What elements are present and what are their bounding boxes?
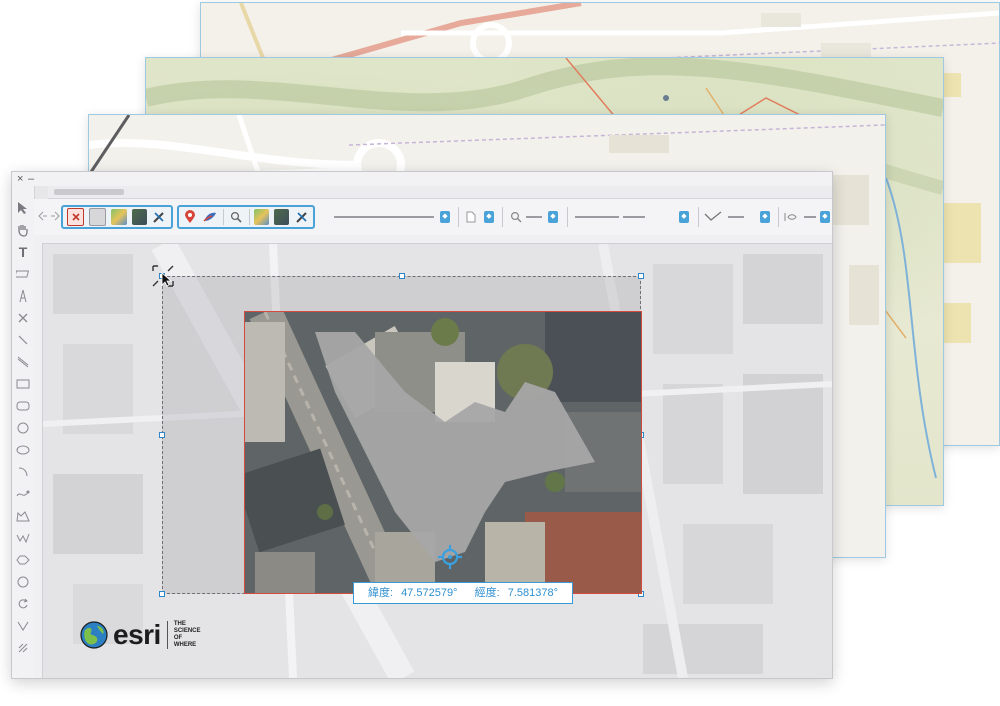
esri-tagline: THE SCIENCE OF WHERE	[174, 621, 201, 649]
edit-tool-icon[interactable]	[294, 209, 309, 225]
resize-handle-bottom-left[interactable]	[159, 591, 165, 597]
pan-hand-icon[interactable]	[15, 222, 31, 238]
remove-layer-icon[interactable]	[67, 208, 85, 226]
style-dropdown[interactable]: ◆	[334, 211, 452, 223]
search-icon[interactable]	[229, 209, 244, 225]
snap-icon[interactable]	[15, 640, 31, 656]
logo-divider	[166, 621, 168, 649]
tagline-line-2: SCIENCE	[173, 628, 201, 634]
topo-basemap-icon[interactable]	[254, 209, 270, 225]
tagline-line-1: THE	[173, 621, 186, 627]
topo-layer-icon[interactable]	[111, 209, 127, 225]
map-canvas[interactable]: 緯度: 47.572579° 經度: 7.581378° esri THE SCIE…	[43, 244, 832, 678]
longitude-value: 7.581378°	[507, 587, 558, 599]
esri-wordmark: esri	[113, 619, 161, 650]
arc-icon[interactable]	[15, 464, 31, 480]
toolbar-separator	[698, 207, 699, 227]
rounded-rectangle-icon[interactable]	[15, 398, 31, 414]
crosshair-icon	[438, 545, 462, 569]
draw-tool-icon[interactable]	[152, 209, 167, 225]
page-dropdown[interactable]: ◆	[466, 211, 496, 223]
text-icon[interactable]: T	[15, 244, 31, 260]
close-button[interactable]: ×	[17, 172, 23, 186]
resize-handle-top[interactable]	[399, 273, 405, 279]
pointer-icon[interactable]	[15, 200, 31, 216]
rectangle-icon[interactable]	[15, 376, 31, 392]
blank-layer-icon[interactable]	[89, 208, 107, 226]
line-style-dropdown[interactable]: ◆	[575, 211, 691, 223]
app-window: × – T ◆ ◆ ◆ ◆ ◆ ◆ 緯度: 47.572579° 經度: 7.5…	[11, 171, 833, 679]
grid-icon[interactable]	[15, 618, 31, 634]
nav-arrows[interactable]	[38, 211, 60, 224]
tagline-line-3: OF	[173, 635, 183, 641]
tagline-line-4: WHERE	[173, 642, 197, 648]
rotate-icon[interactable]	[15, 574, 31, 590]
location-pin-icon[interactable]	[183, 209, 198, 225]
opacity-dropdown[interactable]: ◆	[784, 211, 830, 223]
eraser-icon[interactable]	[15, 266, 31, 282]
imagery-basemap-icon[interactable]	[274, 209, 290, 225]
toolbar-separator	[778, 207, 779, 227]
curve-icon[interactable]	[15, 486, 31, 502]
latitude-label: 緯度:	[368, 587, 394, 599]
main-toolbar: ◆ ◆ ◆ ◆ ◆ ◆	[34, 199, 832, 236]
document-tab[interactable]	[54, 189, 124, 195]
spiral-icon[interactable]	[15, 552, 31, 568]
resize-handle-left[interactable]	[159, 432, 165, 438]
diagonal-line-icon[interactable]	[15, 354, 31, 370]
freehand-icon[interactable]	[15, 530, 31, 546]
toolbar-separator	[502, 207, 503, 227]
paint-brush-icon[interactable]	[203, 209, 218, 225]
zoom-dropdown[interactable]: ◆	[510, 211, 560, 223]
toolbar-separator	[458, 207, 459, 227]
polygon-icon[interactable]	[15, 508, 31, 524]
coordinate-readout: 緯度: 47.572579° 經度: 7.581378°	[353, 582, 573, 604]
title-bar: × –	[12, 172, 832, 186]
toolbar-separator	[567, 207, 568, 227]
circle-icon[interactable]	[15, 420, 31, 436]
resize-handle-top-right[interactable]	[638, 273, 644, 279]
globe-icon	[80, 621, 108, 649]
imagery-layer-icon[interactable]	[131, 209, 147, 225]
esri-logo: esri THE SCIENCE OF WHERE	[79, 618, 201, 652]
minimize-button[interactable]: –	[28, 172, 34, 186]
tab-strip	[48, 186, 832, 199]
horizontal-ruler	[34, 235, 832, 244]
pen-icon[interactable]	[15, 288, 31, 304]
vertical-ruler	[34, 243, 43, 678]
measure-icon[interactable]	[15, 596, 31, 612]
stroke-dropdown[interactable]: ◆	[704, 211, 772, 223]
toolbar-group-tools	[177, 205, 315, 229]
x-icon[interactable]	[15, 310, 31, 326]
move-cursor-icon	[152, 265, 174, 287]
toolbar-group-layers	[61, 205, 173, 229]
latitude-value: 47.572579°	[401, 587, 458, 599]
longitude-label: 經度:	[474, 587, 500, 599]
tool-strip: T	[12, 186, 35, 678]
ellipse-icon[interactable]	[15, 442, 31, 458]
line-icon[interactable]	[15, 332, 31, 348]
